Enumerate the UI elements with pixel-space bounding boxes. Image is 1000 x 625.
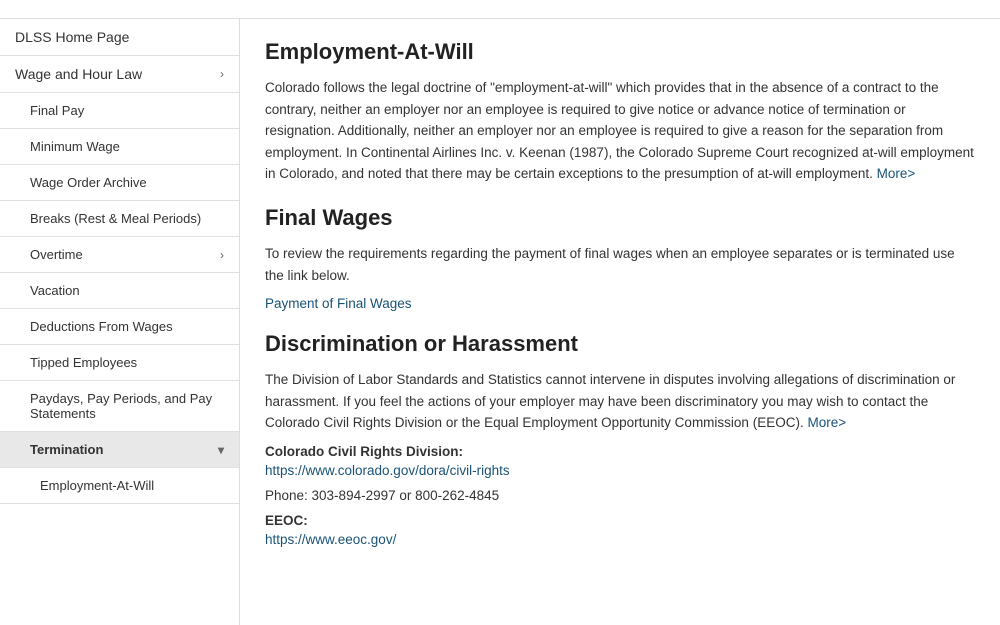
section-title-final-wages: Final Wages — [265, 205, 975, 231]
sidebar-item-label: Overtime — [30, 247, 83, 262]
sidebar-item-label: Deductions From Wages — [30, 319, 173, 334]
sidebar-item-label: Breaks (Rest & Meal Periods) — [30, 211, 201, 226]
sidebar-item-employment-at-will-sub[interactable]: Employment-At-Will — [0, 468, 239, 504]
sidebar-item-tipped-employees[interactable]: Tipped Employees — [0, 345, 239, 381]
sidebar-item-label: Minimum Wage — [30, 139, 120, 154]
sidebar-item-label: DLSS Home Page — [15, 29, 129, 45]
sidebar-item-label: Final Pay — [30, 103, 84, 118]
subsection-url-civil-rights[interactable]: https://www.colorado.gov/dora/civil-righ… — [265, 463, 975, 478]
sidebar-item-label: Wage Order Archive — [30, 175, 147, 190]
subsection-url-eeoc[interactable]: https://www.eeoc.gov/ — [265, 532, 975, 547]
chevron-right-icon: › — [220, 67, 224, 81]
section-title-employment-at-will: Employment-At-Will — [265, 39, 975, 65]
sidebar-item-label: Wage and Hour Law — [15, 66, 142, 82]
section-body-final-wages: To review the requirements regarding the… — [265, 243, 975, 286]
sidebar-item-deductions[interactable]: Deductions From Wages — [0, 309, 239, 345]
sidebar-item-label: Vacation — [30, 283, 80, 298]
section-link-discrimination-harassment[interactable]: More> — [807, 415, 846, 430]
chevron-right-icon: › — [220, 248, 224, 262]
subsection-label-eeoc: EEOC: — [265, 513, 975, 528]
sidebar: DLSS Home Page Wage and Hour Law › Final Pa… — [0, 19, 240, 625]
sidebar-item-dlss-home[interactable]: DLSS Home Page — [0, 19, 239, 56]
sidebar-item-wage-order-archive[interactable]: Wage Order Archive — [0, 165, 239, 201]
sidebar-item-overtime[interactable]: Overtime › — [0, 237, 239, 273]
section-title-discrimination-harassment: Discrimination or Harassment — [265, 331, 975, 357]
page-title-bar — [0, 0, 1000, 19]
sidebar-item-termination[interactable]: Termination ▾ — [0, 432, 239, 468]
chevron-down-icon: ▾ — [218, 443, 224, 457]
section-link-employment-at-will[interactable]: More> — [877, 166, 916, 181]
main-content: Employment-At-Will Colorado follows the l… — [240, 19, 1000, 625]
sidebar-item-paydays[interactable]: Paydays, Pay Periods, and Pay Statements — [0, 381, 239, 432]
subsection-label-civil-rights: Colorado Civil Rights Division: — [265, 444, 975, 459]
section-body-employment-at-will: Colorado follows the legal doctrine of "… — [265, 77, 975, 185]
final-wages-link[interactable]: Payment of Final Wages — [265, 296, 975, 311]
sidebar-item-wage-hour-law[interactable]: Wage and Hour Law › — [0, 56, 239, 93]
subsection-phone-civil-rights: Phone: 303-894-2997 or 800-262-4845 — [265, 488, 975, 503]
sidebar-item-label: Paydays, Pay Periods, and Pay Statements — [30, 391, 224, 421]
sidebar-item-label: Tipped Employees — [30, 355, 137, 370]
sidebar-item-vacation[interactable]: Vacation — [0, 273, 239, 309]
sidebar-item-label: Employment-At-Will — [40, 478, 154, 493]
sidebar-item-breaks[interactable]: Breaks (Rest & Meal Periods) — [0, 201, 239, 237]
sidebar-item-label: Termination — [30, 442, 103, 457]
sidebar-item-minimum-wage[interactable]: Minimum Wage — [0, 129, 239, 165]
sidebar-item-final-pay[interactable]: Final Pay — [0, 93, 239, 129]
section-body-discrimination-harassment: The Division of Labor Standards and Stat… — [265, 369, 975, 434]
